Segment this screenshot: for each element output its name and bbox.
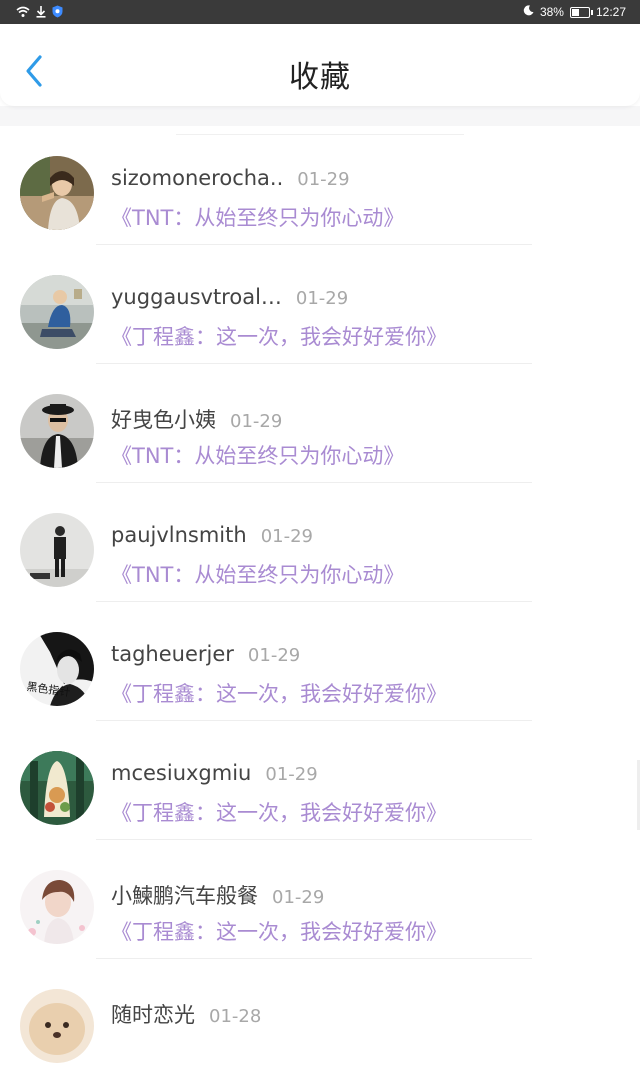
clock: 12:27 [595, 5, 626, 19]
page-title: 收藏 [289, 60, 351, 95]
user-name: 随时恋光 01-28 [111, 999, 261, 1029]
title-bar: 收藏 [0, 24, 640, 106]
avatar[interactable] [20, 513, 94, 587]
favorites-list: sizomonerocha.. 01-29 《TNT：从始至终只为你心动》 yug… [0, 126, 640, 1078]
status-bar: 38% 12:27 [0, 0, 640, 24]
user-name-text: 小鰊鹏汽车般餐 [111, 884, 258, 908]
user-name: paujvlnsmith 01-29 [111, 523, 313, 547]
moon-icon [523, 5, 534, 19]
avatar[interactable] [20, 989, 94, 1063]
user-name: sizomonerocha.. 01-29 [111, 166, 350, 190]
date: 01-29 [297, 169, 350, 190]
battery-percent: 38% [539, 5, 564, 19]
user-name: yuggausvtroal… 01-29 [111, 285, 348, 309]
collection-title[interactable]: 《丁程鑫：这一次，我会好好爱你》 [111, 678, 447, 708]
list-item[interactable]: 好曳色小姨 01-29 《TNT：从始至终只为你心动》 [0, 364, 640, 483]
date: 01-29 [265, 764, 318, 785]
collection-title[interactable]: 《TNT：从始至终只为你心动》 [111, 440, 404, 470]
user-name: 好曳色小姨 01-29 [111, 404, 282, 434]
date: 01-29 [272, 887, 325, 908]
user-name-text: paujvlnsmith [111, 523, 247, 547]
date: 01-29 [295, 288, 349, 309]
user-name-text: mcesiuxgmiu [111, 761, 252, 785]
user-name-text: tagheuerjer [111, 642, 234, 666]
battery-icon [569, 6, 593, 18]
collection-title[interactable]: 《TNT：从始至终只为你心动》 [111, 559, 404, 589]
list-item[interactable]: sizomonerocha.. 01-29 《TNT：从始至终只为你心动》 [0, 126, 640, 245]
collection-title[interactable]: 《丁程鑫：这一次，我会好好爱你》 [111, 321, 447, 351]
collection-title[interactable]: 《丁程鑫：这一次，我会好好爱你》 [111, 797, 447, 827]
user-name: 小鰊鹏汽车般餐 01-29 [111, 880, 324, 910]
user-name: tagheuerjer 01-29 [111, 642, 300, 666]
list-item[interactable]: 黑色指针 tagheuerjer 01-29 《丁程鑫：这一次，我会好好爱你》 [0, 602, 640, 721]
avatar[interactable]: 黑色指针 [20, 632, 94, 706]
list-item[interactable]: 随时恋光 01-28 [0, 959, 640, 1078]
user-name: mcesiuxgmiu 01-29 [111, 761, 318, 785]
download-icon [36, 5, 46, 21]
list-item[interactable]: mcesiuxgmiu 01-29 《丁程鑫：这一次，我会好好爱你》 [0, 721, 640, 840]
avatar[interactable] [20, 156, 94, 230]
list-item[interactable]: yuggausvtroal… 01-29 《丁程鑫：这一次，我会好好爱你》 [0, 245, 640, 364]
list-item[interactable]: 小鰊鹏汽车般餐 01-29 《丁程鑫：这一次，我会好好爱你》 [0, 840, 640, 959]
list-item[interactable]: paujvlnsmith 01-29 《TNT：从始至终只为你心动》 [0, 483, 640, 602]
date: 01-29 [247, 645, 301, 666]
shield-icon [52, 5, 63, 21]
user-name-text: 随时恋光 [111, 1003, 195, 1027]
user-name-text: sizomonerocha.. [111, 166, 284, 190]
collection-title[interactable]: 《TNT：从始至终只为你心动》 [111, 202, 404, 232]
user-name-text: yuggausvtroal… [111, 285, 282, 309]
collection-title[interactable]: 《丁程鑫：这一次，我会好好爱你》 [111, 916, 447, 946]
user-name-text: 好曳色小姨 [111, 408, 216, 432]
header-spacer [0, 106, 640, 126]
date: 01-29 [260, 526, 314, 547]
wifi-icon [16, 6, 30, 21]
avatar[interactable] [20, 275, 94, 349]
date: 01-29 [230, 411, 283, 432]
avatar[interactable] [20, 751, 94, 825]
avatar[interactable] [20, 870, 94, 944]
avatar[interactable] [20, 394, 94, 468]
